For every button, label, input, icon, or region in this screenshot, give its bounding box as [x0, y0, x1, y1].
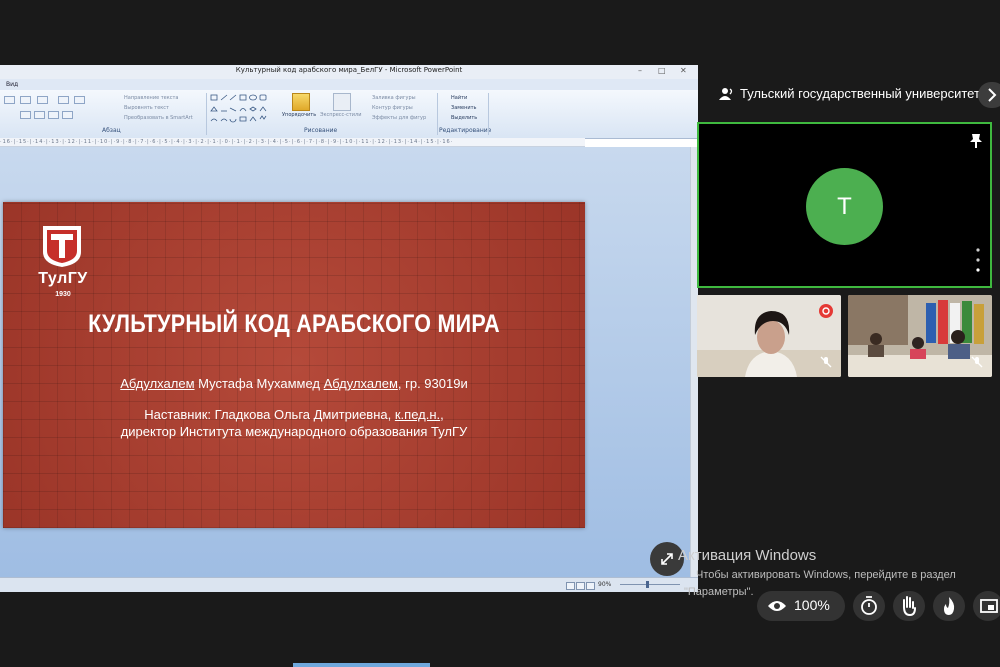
windows-activation-line2: "Параметры".: [684, 586, 754, 598]
bottom-highlight-bar: [293, 663, 430, 667]
arrange-icon[interactable]: [292, 93, 310, 111]
shape-effects-button[interactable]: Эффекты для фигур: [372, 115, 426, 121]
participant-video-tile[interactable]: [697, 295, 841, 377]
reactions-button[interactable]: [933, 591, 965, 621]
logo-year: 1930: [55, 291, 71, 298]
screen-icon: [980, 599, 998, 613]
bullets-icon[interactable]: [4, 96, 15, 104]
indent-icon[interactable]: [37, 96, 48, 104]
screen-share-button[interactable]: [973, 591, 1000, 621]
normal-view-icon[interactable]: [566, 582, 575, 590]
ruler: ·16·|·15·|·14·|·13·|·12·|·11·|·10·|·9·|·…: [0, 138, 585, 147]
people-icon: [719, 88, 733, 100]
find-button[interactable]: Найти: [451, 95, 467, 101]
mentor-degree: к.пед.н.: [394, 407, 441, 422]
more-options-icon[interactable]: [975, 246, 981, 278]
align-text-button[interactable]: Выровнять текст: [124, 105, 169, 111]
columns-icon[interactable]: [74, 96, 85, 104]
replace-button[interactable]: Заменить: [451, 105, 477, 111]
status-bar: 90%: [0, 577, 698, 592]
ribbon: Направление текста Выровнять текст Преоб…: [0, 90, 698, 139]
slide-title: КУЛЬТУРНЫЙ КОД АРАБСКОГО МИРА: [88, 310, 500, 338]
mentor-comma: ,: [440, 407, 444, 422]
author-group: , гр. 93019и: [397, 376, 468, 391]
stopwatch-icon: [861, 596, 877, 615]
slide-sorter-icon[interactable]: [576, 582, 585, 590]
select-button[interactable]: Выделить: [451, 115, 477, 121]
timer-button[interactable]: [853, 591, 885, 621]
group-editing-label: Редактирование: [439, 127, 492, 134]
participant-avatar: Т: [806, 168, 883, 245]
fire-icon: [944, 597, 955, 615]
numbering-icon[interactable]: [20, 96, 31, 104]
zoom-slider-thumb[interactable]: [646, 581, 649, 588]
mentor-position: директор Института международного образо…: [120, 424, 468, 439]
ribbon-tabs: Вид: [0, 79, 698, 90]
line-spacing-icon[interactable]: [58, 96, 69, 104]
mic-off-icon-2: [971, 356, 983, 368]
mentor-line: Наставник: Гладкова Ольга Дмитриевна, к.…: [3, 407, 585, 422]
minimize-button[interactable]: –: [638, 66, 642, 75]
zoom-level[interactable]: 90%: [598, 581, 611, 588]
text-direction-button[interactable]: Направление текста: [124, 95, 178, 101]
slideshow-icon[interactable]: [586, 582, 595, 590]
group-paragraph-label: Абзац: [102, 127, 121, 134]
ribbon-separator: [488, 93, 489, 135]
arrange-button[interactable]: Упорядочить: [282, 112, 316, 118]
zoom-percentage: 100%: [794, 597, 830, 613]
windows-activation-title: Активация Windows: [678, 547, 817, 564]
logo-text: ТулГУ: [38, 270, 88, 287]
author-surname-2: Абдулхалем: [323, 376, 398, 391]
convert-smartart-button[interactable]: Преобразовать в SmartArt: [124, 115, 193, 121]
author-name: Мустафа Мухаммед: [194, 376, 324, 391]
window-title: Культурный код арабского мира_БелГУ - Mi…: [235, 66, 463, 74]
quick-styles-button[interactable]: Экспресс-стили: [320, 112, 361, 118]
author-surname: Абдулхалем: [120, 376, 195, 391]
mic-off-icon: [820, 356, 832, 368]
close-button[interactable]: ✕: [680, 66, 687, 75]
expand-panel-button[interactable]: [978, 82, 1000, 108]
quick-styles-icon[interactable]: [333, 93, 351, 111]
windows-activation-line1: Чтобы активировать Windows, перейдите в …: [696, 569, 956, 581]
ribbon-separator: [437, 93, 438, 135]
shape-outline-button[interactable]: Контур фигуры: [372, 105, 413, 111]
zoom-slider[interactable]: [620, 584, 680, 585]
record-icon: [819, 304, 833, 318]
eye-icon: [768, 601, 786, 611]
hand-icon: [903, 596, 916, 617]
participant-video-tile-2[interactable]: [848, 295, 992, 377]
ribbon-separator: [206, 93, 207, 135]
justify-icon[interactable]: [62, 111, 73, 119]
chevron-right-icon: [988, 88, 997, 102]
author-line: Абдулхалем Мустафа Мухаммед Абдулхалем, …: [3, 376, 585, 391]
align-right-icon[interactable]: [48, 111, 59, 119]
tab-view[interactable]: Вид: [6, 81, 18, 88]
pin-icon[interactable]: [968, 133, 984, 149]
shape-fill-button[interactable]: Заливка фигуры: [372, 95, 416, 101]
group-drawing-label: Рисование: [304, 127, 338, 134]
meeting-title: Тульский государственный университет: [740, 86, 980, 101]
title-bar: Культурный код арабского мира_БелГУ - Mi…: [0, 65, 698, 80]
raise-hand-button[interactable]: [893, 591, 925, 621]
slide: ТулГУ 1930 КУЛЬТУРНЫЙ КОД АРАБСКОГО МИРА…: [3, 202, 585, 528]
shapes-gallery[interactable]: [210, 93, 276, 125]
tulgu-logo-icon: [43, 226, 81, 267]
mentor-name: Наставник: Гладкова Ольга Дмитриевна,: [144, 407, 395, 422]
align-left-icon[interactable]: [20, 111, 31, 119]
maximize-button[interactable]: □: [658, 66, 666, 75]
align-center-icon[interactable]: [34, 111, 45, 119]
